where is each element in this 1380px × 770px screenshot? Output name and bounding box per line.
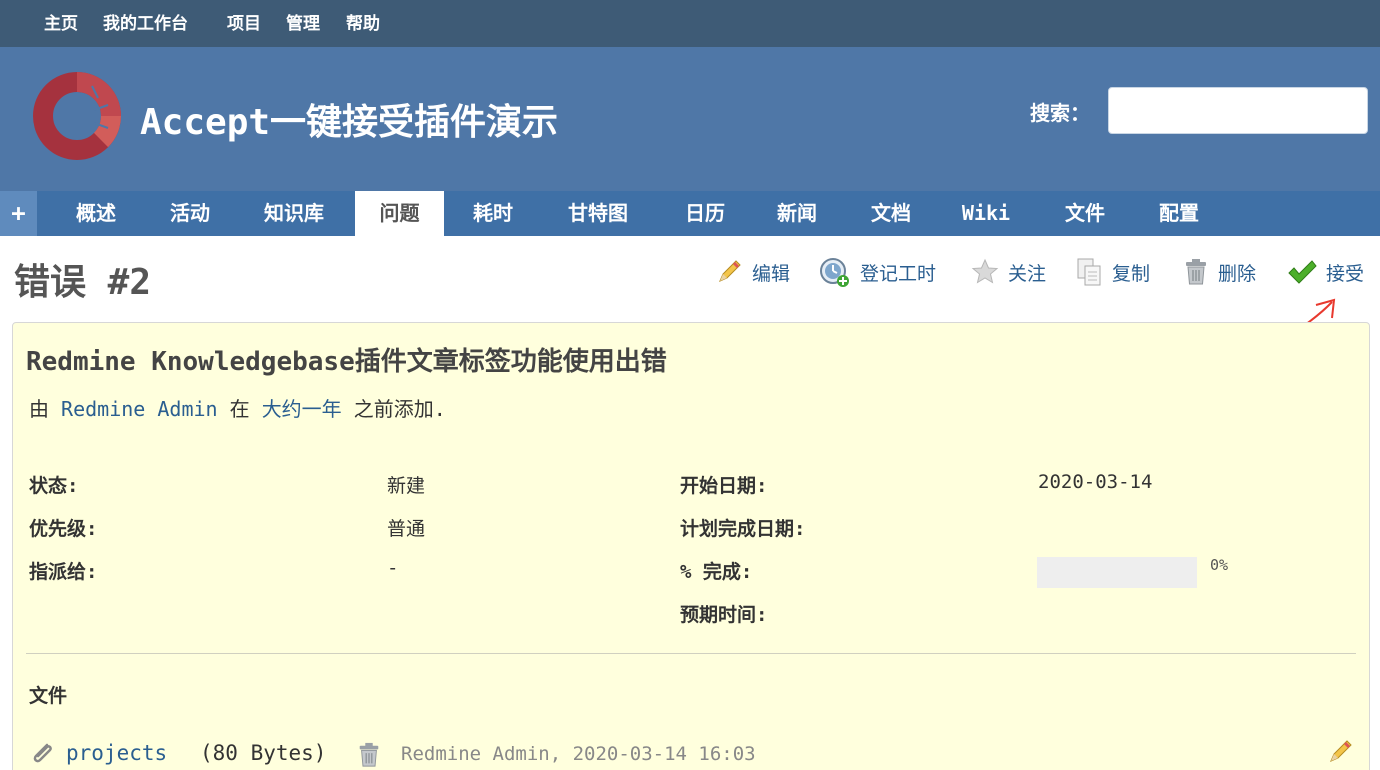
author-suffix: 之前添加. bbox=[353, 397, 446, 421]
project-title: Accept一键接受插件演示 bbox=[140, 102, 559, 143]
time-ago-link[interactable]: 大约一年 bbox=[262, 397, 342, 421]
done-ratio-value: 0% bbox=[1210, 556, 1229, 574]
log-time-label: 登记工时 bbox=[860, 262, 937, 285]
status-label: 状态: bbox=[29, 475, 79, 497]
issue-subject: Redmine Knowledgebase插件文章标签功能使用出错 bbox=[26, 347, 667, 377]
project-header: Accept一键接受插件演示 搜索： bbox=[0, 47, 1380, 191]
progress-bar bbox=[1037, 557, 1197, 588]
top-menu-my-page[interactable]: 我的工作台 bbox=[103, 9, 188, 34]
done-ratio-label: % 完成: bbox=[680, 561, 753, 583]
tab-spent-time[interactable]: 耗时 bbox=[452, 191, 534, 236]
due-date-label: 计划完成日期: bbox=[680, 518, 806, 540]
main-menu: + 概述 活动 知识库 问题 耗时 甘特图 日历 新闻 文档 Wiki 文件 配… bbox=[0, 191, 1380, 236]
search-label: 搜索： bbox=[1030, 101, 1090, 125]
attachment-meta: Redmine Admin, 2020-03-14 16:03 bbox=[401, 743, 756, 765]
copy-label: 复制 bbox=[1112, 262, 1151, 285]
section-divider bbox=[26, 653, 1356, 654]
log-time-action[interactable]: 登记工时 bbox=[818, 256, 936, 288]
top-menu-projects[interactable]: 项目 bbox=[227, 9, 261, 34]
tab-gantt[interactable]: 甘特图 bbox=[548, 191, 648, 236]
delete-attachment-icon[interactable] bbox=[356, 741, 382, 769]
copy-icon bbox=[1077, 258, 1101, 286]
delete-label: 删除 bbox=[1218, 262, 1257, 285]
watch-action[interactable]: 关注 bbox=[970, 256, 1046, 288]
edit-attachment-pencil-icon[interactable] bbox=[1325, 737, 1355, 767]
tab-issues[interactable]: 问题 bbox=[355, 191, 444, 236]
new-object-button[interactable]: + bbox=[0, 191, 37, 236]
author-link[interactable]: Redmine Admin bbox=[61, 397, 218, 421]
priority-value: 普通 bbox=[387, 518, 426, 540]
priority-label: 优先级: bbox=[29, 518, 98, 540]
assignee-label: 指派给: bbox=[29, 561, 98, 583]
tab-files[interactable]: 文件 bbox=[1044, 191, 1126, 236]
tab-settings[interactable]: 配置 bbox=[1138, 191, 1220, 236]
start-date-value: 2020-03-14 bbox=[1038, 471, 1153, 493]
status-value: 新建 bbox=[387, 475, 426, 497]
top-menu-home[interactable]: 主页 bbox=[44, 9, 78, 34]
edit-label: 编辑 bbox=[752, 262, 791, 285]
accept-action[interactable]: 接受 bbox=[1286, 256, 1364, 288]
assignee-value: - bbox=[387, 557, 399, 579]
tab-documents[interactable]: 文档 bbox=[850, 191, 932, 236]
start-date-label: 开始日期: bbox=[680, 475, 768, 497]
delete-action[interactable]: 删除 bbox=[1182, 256, 1256, 288]
copy-action[interactable]: 复制 bbox=[1074, 256, 1150, 288]
attachment-size: (80 Bytes) bbox=[200, 741, 327, 765]
tab-knowledgebase[interactable]: 知识库 bbox=[244, 191, 344, 236]
tab-overview[interactable]: 概述 bbox=[55, 191, 137, 236]
files-heading: 文件 bbox=[29, 685, 68, 707]
watch-label: 关注 bbox=[1008, 262, 1047, 285]
issue-heading: 错误 #2 bbox=[14, 262, 152, 303]
attachment-link[interactable]: projects bbox=[66, 741, 167, 765]
pencil-icon bbox=[719, 260, 741, 282]
edit-action[interactable]: 编辑 bbox=[714, 256, 790, 288]
search-input[interactable] bbox=[1108, 87, 1368, 134]
tab-wiki[interactable]: Wiki bbox=[945, 191, 1027, 236]
attachment-row: projects (80 Bytes) Redmine Admin, 2020-… bbox=[29, 735, 1359, 770]
estimated-time-label: 预期时间: bbox=[680, 604, 768, 626]
checkmark-icon bbox=[1288, 260, 1317, 284]
tab-news[interactable]: 新闻 bbox=[756, 191, 838, 236]
redmine-logo-icon bbox=[33, 72, 121, 160]
trash-icon bbox=[1186, 259, 1206, 285]
issue-details-box: Redmine Knowledgebase插件文章标签功能使用出错 由 Redm… bbox=[12, 322, 1370, 770]
accept-label: 接受 bbox=[1326, 262, 1365, 285]
author-prefix: 由 bbox=[29, 397, 49, 421]
clock-add-icon bbox=[820, 258, 849, 287]
author-middle: 在 bbox=[229, 397, 250, 421]
star-icon bbox=[971, 258, 999, 284]
top-menu: 主页 我的工作台 项目 管理 帮助 bbox=[0, 0, 1380, 47]
top-menu-help[interactable]: 帮助 bbox=[346, 9, 380, 34]
tab-activity[interactable]: 活动 bbox=[149, 191, 231, 236]
paperclip-icon bbox=[33, 743, 52, 763]
issue-author-line: 由 Redmine Admin 在 大约一年 之前添加. bbox=[29, 393, 446, 422]
tab-calendar[interactable]: 日历 bbox=[664, 191, 746, 236]
top-menu-administration[interactable]: 管理 bbox=[286, 9, 320, 34]
